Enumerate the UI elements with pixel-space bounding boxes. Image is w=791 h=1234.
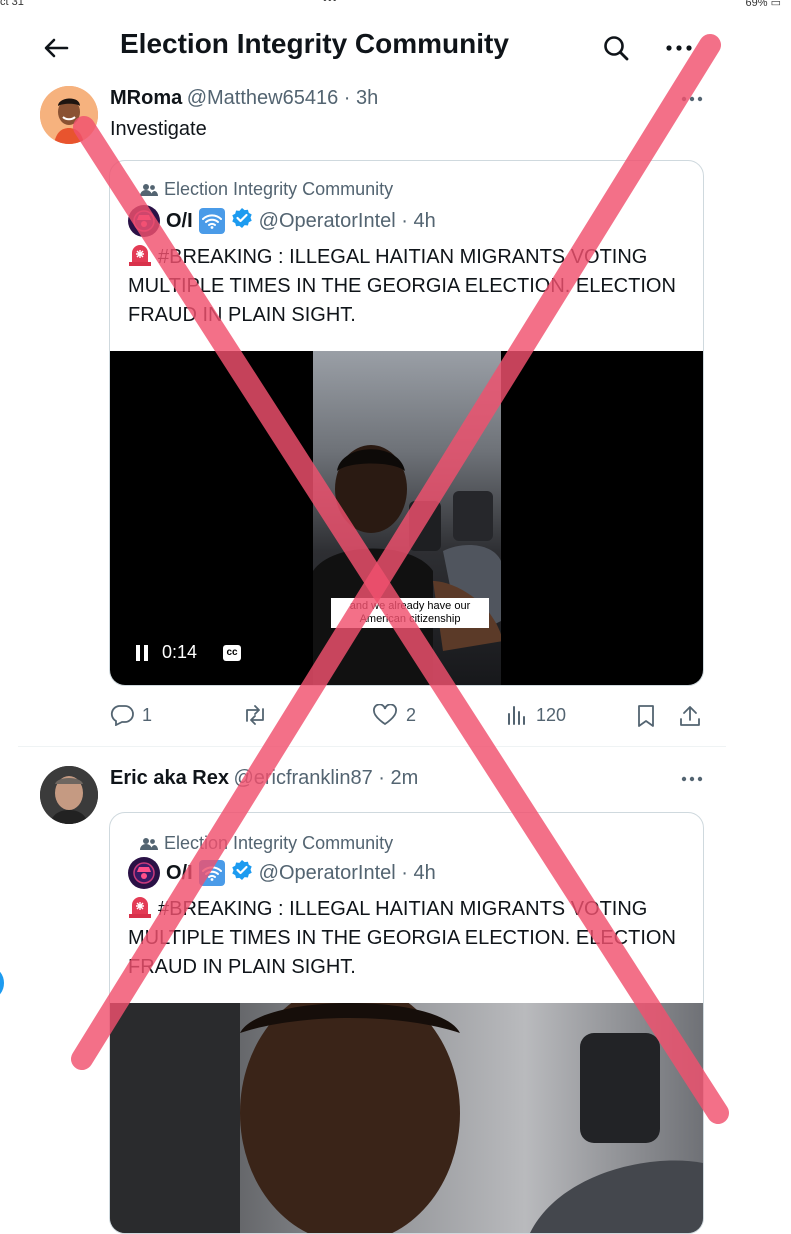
quote-text: #BREAKING : ILLEGAL HAITIAN MIGRANTS VOT… [128,244,676,326]
community-icon [140,183,158,196]
back-arrow-icon[interactable] [38,32,74,64]
views-icon [508,706,525,725]
status-bar: ct 31 ••• 69% ▭ [0,0,791,12]
quote-author-handle[interactable]: @OperatorIntel · 4h [259,862,436,885]
quote-avatar[interactable] [128,857,160,889]
quote-avatar[interactable] [128,205,160,237]
tweet-divider [18,746,726,747]
reply-button[interactable]: 1 [110,704,152,726]
quote-text: #BREAKING : ILLEGAL HAITIAN MIGRANTS VOT… [128,896,676,978]
views-button[interactable]: 120 [506,704,566,726]
status-battery: 69% ▭ [745,0,781,9]
community-label[interactable]: Election Integrity Community [140,179,393,200]
avatar[interactable] [40,766,98,824]
quote-tweet[interactable]: Election Integrity Community O/I @Operat… [109,812,704,1234]
siren-icon [128,896,152,918]
quote-header: O/I @OperatorIntel · 4h [128,857,436,889]
quote-author-name[interactable]: O/I [166,862,193,885]
heart-icon [373,704,397,726]
repost-button[interactable] [242,704,276,726]
reply-icon [110,705,134,726]
tweet-header: MRoma @Matthew65416 · 3h [110,87,378,110]
verified-icon [231,859,253,887]
video-player[interactable]: and we already have our American citizen… [110,351,703,685]
quote-header: O/I @OperatorIntel · 4h [128,205,436,237]
author-name[interactable]: MRoma [110,87,182,109]
share-icon[interactable] [678,704,702,733]
author-handle[interactable]: @Matthew65416 · 3h [187,87,379,109]
tweet-more-icon[interactable] [678,90,706,108]
avatar[interactable] [40,86,98,144]
compose-button[interactable] [0,968,4,998]
wifi-icon [198,208,225,234]
tweet-text: Investigate [110,118,207,140]
community-icon [140,837,158,850]
quote-author-name[interactable]: O/I [166,210,193,233]
video-caption: and we already have our American citizen… [331,598,489,628]
video-frame [313,351,503,685]
author-name[interactable]: Eric aka Rex [110,767,229,789]
tweet-more-icon[interactable] [678,770,706,788]
community-label[interactable]: Election Integrity Community [140,833,393,854]
quote-tweet[interactable]: Election Integrity Community O/I @Operat… [109,160,704,686]
repost-icon [246,705,264,725]
siren-icon [128,244,152,266]
multitask-dots[interactable]: ••• [323,0,338,6]
reply-count: 1 [142,704,153,725]
quote-author-handle[interactable]: @OperatorIntel · 4h [259,210,436,233]
closed-captions-icon[interactable]: cc [223,645,241,661]
more-icon[interactable] [662,36,696,60]
search-icon[interactable] [598,31,634,65]
tweet-header: Eric aka Rex @ericfranklin87 · 2m [110,767,418,790]
views-count: 120 [536,704,567,725]
like-button[interactable]: 2 [372,704,416,726]
like-count: 2 [406,704,417,725]
verified-icon [231,207,253,235]
bookmark-icon[interactable] [636,704,656,733]
video-player[interactable] [110,983,703,1233]
pause-icon[interactable] [136,645,148,661]
video-time: 0:14 [162,642,198,662]
page-title: Election Integrity Community [120,28,509,59]
author-handle[interactable]: @ericfranklin87 · 2m [233,767,418,789]
wifi-icon [198,860,225,886]
status-time: ct 31 [0,0,24,8]
